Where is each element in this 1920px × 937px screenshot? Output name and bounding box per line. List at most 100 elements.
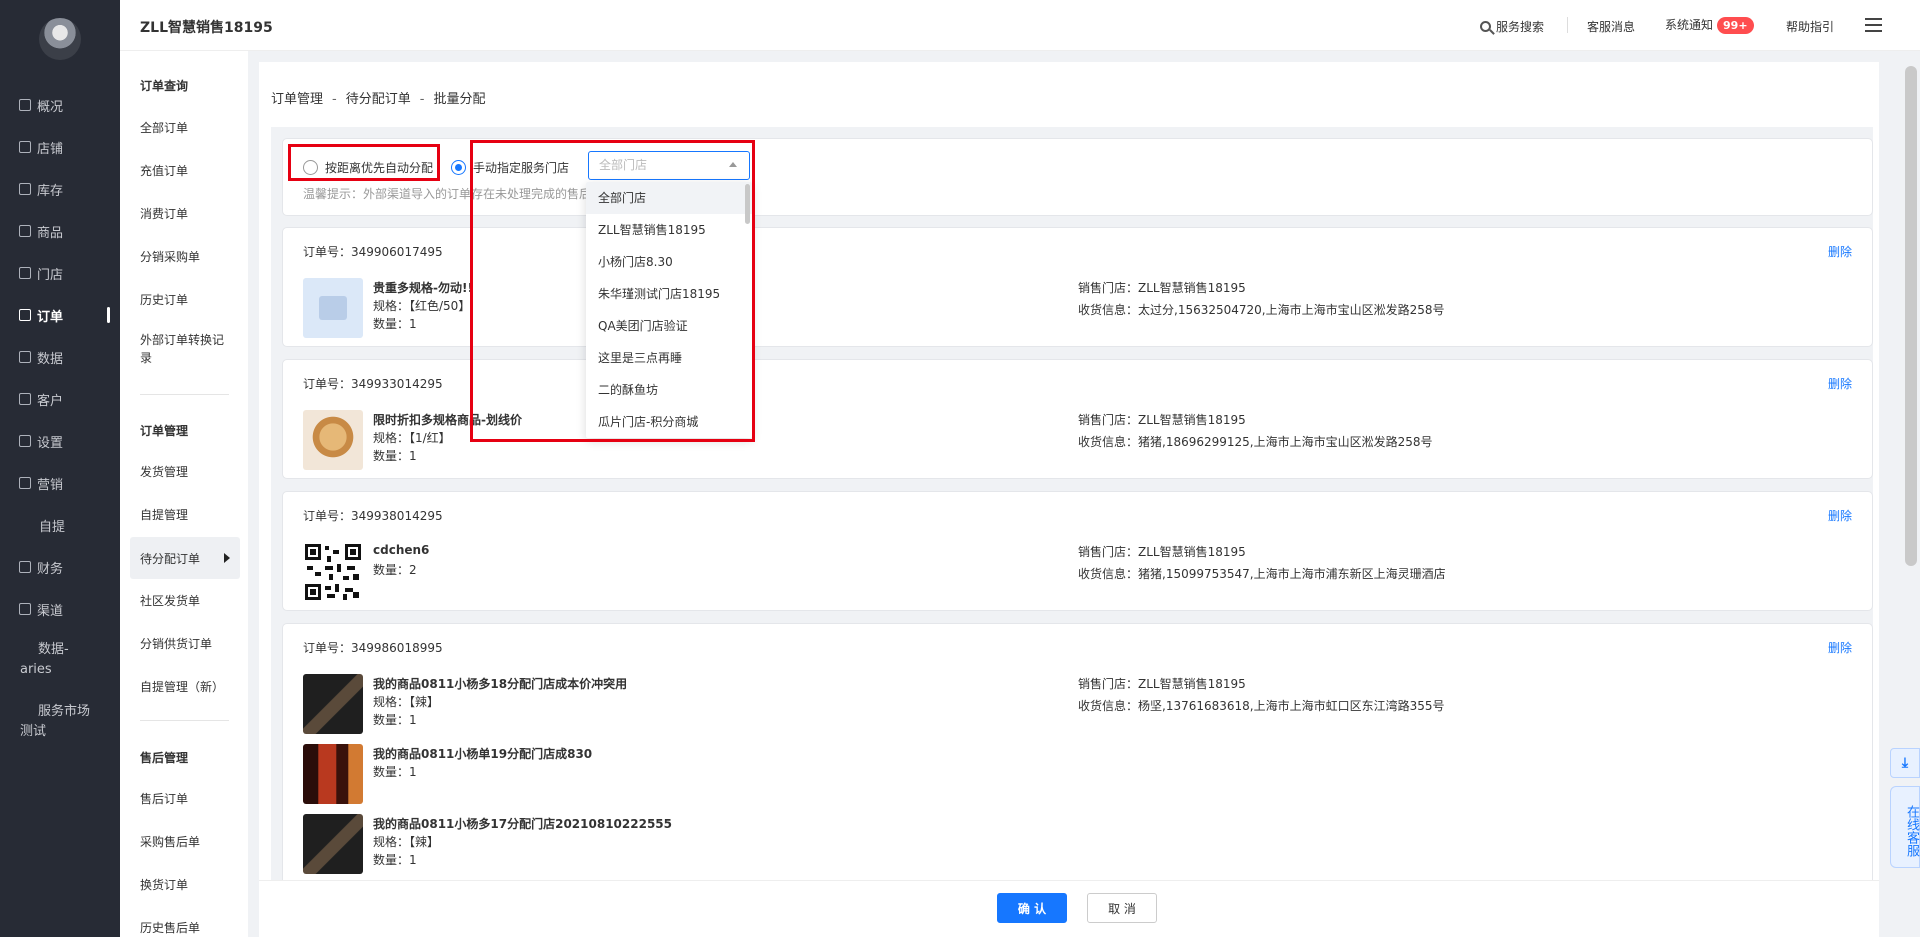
goods-thumbnail — [303, 410, 363, 470]
system-notice-link[interactable]: 系统通知 99+ — [1665, 16, 1754, 34]
search-icon — [1480, 21, 1491, 32]
sidebar-item-order[interactable]: 订单 — [0, 299, 120, 331]
dropdown-option[interactable]: 小杨门店8.30 — [586, 246, 752, 278]
submenu-all-orders[interactable]: 全部订单 — [130, 109, 240, 145]
notice-badge: 99+ — [1717, 17, 1754, 34]
action-footer: 确 认 取 消 — [259, 880, 1879, 937]
dropdown-option[interactable]: 二的酥鱼坊 — [586, 374, 752, 406]
sidebar-item-finance[interactable]: 财务 — [0, 551, 120, 583]
store-dropdown: 全部门店 ZLL智慧销售18195 小杨门店8.30 朱华瑾测试门店18195 … — [586, 182, 752, 438]
submenu-pickup[interactable]: 自提管理 — [130, 496, 240, 532]
dropdown-option[interactable]: 瓜片门店-积分商城 — [586, 406, 752, 438]
order-store-info: 销售门店：ZLL智慧销售18195 收货信息：猪猪,15099753547,上海… — [1078, 541, 1446, 585]
store-select[interactable]: 全部门店 — [588, 151, 750, 180]
page-scrollbar[interactable] — [1905, 66, 1917, 566]
sidebar-item-data[interactable]: 数据 — [0, 341, 120, 373]
dropdown-option[interactable]: QA美团门店验证 — [586, 310, 752, 342]
confirm-button[interactable]: 确 认 — [997, 893, 1067, 923]
help-link[interactable]: 帮助指引 — [1786, 18, 1834, 35]
radio-manual-store[interactable]: 手动指定服务门店 — [451, 159, 569, 176]
order-card: 订单号：349906017495 删除 贵重多规格-勿动!! 规格：【红色/50… — [282, 227, 1873, 347]
submenu-aftersale-orders[interactable]: 售后订单 — [130, 780, 240, 816]
header-divider — [1567, 17, 1568, 33]
goods-name: 贵重多规格-勿动!! — [373, 281, 473, 295]
assign-options-card: 按距离优先自动分配 手动指定服务门店 全部门店 温馨提示：外部渠道导入的订单存在… — [282, 138, 1873, 216]
goods-qty: 数量：1 — [373, 317, 417, 331]
goods-icon — [19, 225, 31, 237]
avatar[interactable] — [39, 18, 81, 60]
submenu-external-convert[interactable]: 外部订单转换记录 — [130, 327, 240, 371]
sidebar-item-settings[interactable]: 设置 — [0, 425, 120, 457]
submenu-section-query: 订单查询 — [140, 79, 189, 93]
sidebar-item-overview[interactable]: 概况 — [0, 89, 120, 121]
submenu-consume-orders[interactable]: 消费订单 — [130, 195, 240, 231]
delete-link[interactable]: 删除 — [1828, 507, 1852, 524]
sidebar-item-channel[interactable]: 渠道 — [0, 593, 120, 625]
submenu-history-orders[interactable]: 历史订单 — [130, 281, 240, 317]
submenu-section-aftersale: 售后管理 — [140, 751, 189, 765]
goods-name: 我的商品0811小杨多17分配门店20210810222555 — [373, 817, 672, 831]
radio-auto-distance[interactable]: 按距离优先自动分配 — [303, 159, 433, 176]
submenu-exchange-orders[interactable]: 换货订单 — [130, 866, 240, 902]
receiver-info: 收货信息：杨坚,13761683618,上海市上海市虹口区东江湾路355号 — [1078, 699, 1445, 713]
submenu-pickup-new[interactable]: 自提管理（新） — [130, 668, 240, 704]
dropdown-option[interactable]: 这里是三点再睡 — [586, 342, 752, 374]
service-message-link[interactable]: 客服消息 — [1587, 18, 1635, 35]
submenu-pending-assign[interactable]: 待分配订单 — [130, 537, 240, 579]
submenu-section-manage: 订单管理 — [140, 424, 189, 438]
goods-item: 我的商品0811小杨多18分配门店成本价冲突用 规格：【辣】 数量：1 — [303, 674, 1003, 736]
goods-name: 我的商品0811小杨多18分配门店成本价冲突用 — [373, 677, 628, 691]
goods-thumbnail — [303, 674, 363, 734]
breadcrumb-item: 批量分配 — [433, 92, 486, 107]
sidebar-item-shop[interactable]: 店铺 — [0, 131, 120, 163]
breadcrumb-item[interactable]: 待分配订单 — [346, 92, 411, 107]
submenu-shipping[interactable]: 发货管理 — [130, 453, 240, 489]
service-search-link[interactable]: 服务搜索 — [1480, 18, 1544, 35]
menu-icon[interactable] — [1865, 18, 1882, 33]
receiver-info: 收货信息：猪猪,15099753547,上海市上海市浦东新区上海灵珊酒店 — [1078, 567, 1446, 581]
sidebar-item-goods[interactable]: 商品 — [0, 215, 120, 247]
goods-spec: 规格：【辣】 — [373, 695, 440, 709]
order-card: 订单号：349933014295 删除 限时折扣多规格商品-划线价 规格：【1/… — [282, 359, 1873, 479]
download-icon[interactable]: ⤓ — [1890, 748, 1920, 778]
sidebar-item-pickup[interactable]: 自提 — [0, 509, 120, 541]
stock-icon — [19, 183, 31, 195]
cancel-button[interactable]: 取 消 — [1087, 893, 1157, 923]
submenu-recharge-orders[interactable]: 充值订单 — [130, 152, 240, 188]
sidebar-item-service-market[interactable]: 服务市场 测试 — [0, 702, 120, 746]
dropdown-option[interactable]: 全部门店 — [586, 182, 752, 214]
dropdown-scrollbar[interactable] — [745, 184, 750, 224]
sale-store: 销售门店：ZLL智慧销售18195 — [1078, 413, 1246, 427]
dropdown-option[interactable]: ZLL智慧销售18195 — [586, 214, 752, 246]
order-store-info: 销售门店：ZLL智慧销售18195 收货信息：杨坚,13761683618,上海… — [1078, 673, 1445, 717]
sidebar-item-stock[interactable]: 库存 — [0, 173, 120, 205]
goods-item: 我的商品0811小杨单19分配门店成830 数量：1 — [303, 744, 1003, 806]
goods-name: 限时折扣多规格商品-划线价 — [373, 413, 522, 427]
delete-link[interactable]: 删除 — [1828, 375, 1852, 392]
receiver-info: 收货信息：猪猪,18696299125,上海市上海市宝山区淞发路258号 — [1078, 435, 1433, 449]
sidebar-item-marketing[interactable]: 营销 — [0, 467, 120, 499]
customer-icon — [19, 393, 31, 405]
submenu-purchase-aftersale[interactable]: 采购售后单 — [130, 823, 240, 859]
submenu-divider — [140, 720, 229, 721]
submenu-community-ship[interactable]: 社区发货单 — [130, 582, 240, 618]
breadcrumb-item[interactable]: 订单管理 — [271, 92, 323, 107]
online-service-button[interactable]: 在线客服 — [1890, 786, 1920, 868]
receiver-info: 收货信息：太过分,15632504720,上海市上海市宝山区淞发路258号 — [1078, 303, 1445, 317]
submenu-distribution-purchase[interactable]: 分销采购单 — [130, 238, 240, 274]
secondary-menu: 订单查询 全部订单 充值订单 消费订单 分销采购单 历史订单 外部订单转换记录 … — [120, 51, 248, 937]
dropdown-option[interactable]: 朱华瑾测试门店18195 — [586, 278, 752, 310]
channel-icon — [19, 603, 31, 615]
goods-item: 我的商品0811小杨多17分配门店20210810222555 规格：【辣】 数… — [303, 814, 1003, 876]
sidebar-item-customer[interactable]: 客户 — [0, 383, 120, 415]
sidebar-item-store[interactable]: 门店 — [0, 257, 120, 289]
goods-thumbnail — [303, 278, 363, 338]
delete-link[interactable]: 删除 — [1828, 243, 1852, 260]
order-number: 订单号：349938014295 — [303, 509, 443, 523]
goods-item: cdchen6 数量：2 — [303, 542, 1003, 604]
goods-spec: 规格：【红色/50】 — [373, 299, 471, 313]
sidebar-item-data-aries[interactable]: 数据-aries — [0, 640, 120, 684]
submenu-history-aftersale[interactable]: 历史售后单 — [130, 909, 240, 937]
submenu-distribution-supply[interactable]: 分销供货订单 — [130, 625, 240, 661]
delete-link[interactable]: 删除 — [1828, 639, 1852, 656]
